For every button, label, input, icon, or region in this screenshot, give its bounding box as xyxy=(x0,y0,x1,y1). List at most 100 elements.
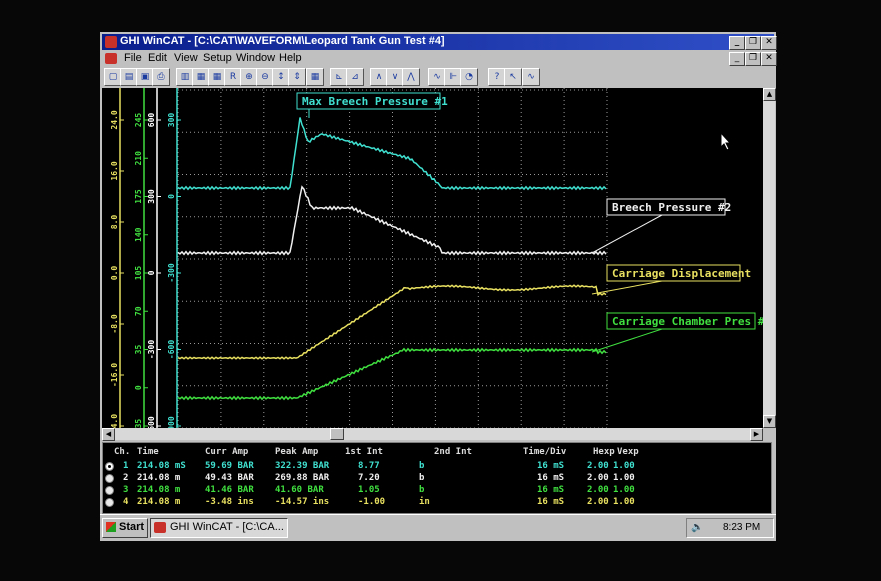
doc-restore-button[interactable]: ❐ xyxy=(745,52,761,66)
cell-time: 214.08 mS xyxy=(137,461,186,471)
cell-int1: 1.05 xyxy=(358,485,380,495)
print-icon[interactable]: ⎙ xyxy=(152,68,170,86)
scale-icon[interactable]: ⇕ xyxy=(288,68,306,86)
cell-int1: 8.77 xyxy=(358,461,380,471)
header-time-div: Time/Div xyxy=(523,447,567,457)
breech2-leader xyxy=(591,214,663,254)
minimize-button[interactable]: _ xyxy=(729,36,745,50)
close-button[interactable]: ✕ xyxy=(761,36,777,50)
cell-vexp: 1.00 xyxy=(613,485,635,495)
header-peak-amp: Peak Amp xyxy=(275,447,319,457)
yellow-axis-tick-label: 8.0 xyxy=(110,215,119,230)
taskbar: Start GHI WinCAT - [C:\CA... 🔈 8:23 PM xyxy=(100,514,776,541)
green-axis-tick-label: 140 xyxy=(134,227,143,242)
windows-logo-icon xyxy=(106,522,116,532)
channel-select-radio[interactable] xyxy=(105,462,114,471)
cell-peak: 322.39 BAR xyxy=(275,461,330,471)
white-axis-tick-label: 300 xyxy=(147,189,156,204)
scroll-left-icon[interactable]: ◀ xyxy=(102,428,115,441)
taskbar-item-wincat[interactable]: GHI WinCAT - [C:\CA... xyxy=(150,518,288,538)
yellow-axis-tick-label: -24.0 xyxy=(110,414,119,428)
cell-hexp: 2.00 xyxy=(587,485,609,495)
green-axis-tick-label: 0 xyxy=(134,385,143,390)
header-ch: Ch. xyxy=(114,447,131,457)
cell-int2: in xyxy=(419,497,430,507)
cell-vexp: 1.00 xyxy=(613,473,635,483)
clock[interactable]: 8:23 PM xyxy=(723,522,760,533)
cursor2-icon[interactable]: ⊿ xyxy=(346,68,364,86)
scroll-up-icon[interactable]: ▲ xyxy=(763,88,776,101)
window-title: GHI WinCAT - [C:\CAT\WAVEFORM\Leopard Ta… xyxy=(120,35,445,47)
channel-number: 1 xyxy=(123,461,129,471)
waveform-canvas: 24.0 16.0 8.0 0.0 -8.0 -16.0 -24.0 245 210 175 140… xyxy=(110,88,771,438)
white-axis-tick-label: -600 xyxy=(147,416,156,428)
menu-view[interactable]: View xyxy=(174,52,198,64)
carriage-disp-label: Carriage Displacement xyxy=(612,267,751,280)
menu-setup[interactable]: Setup xyxy=(203,52,232,64)
cell-curr: -3.48 ins xyxy=(205,497,254,507)
cyan-axis-tick-label: 0 xyxy=(167,194,176,199)
green-axis-tick-label: -35 xyxy=(134,419,143,428)
cell-time: 214.08 m xyxy=(137,497,181,507)
waveform-icon[interactable]: ∿ xyxy=(522,68,540,86)
header-1st-int: 1st Int xyxy=(345,447,383,457)
cyan-axis-tick-label: 300 xyxy=(167,113,176,128)
green-axis-tick-label: 175 xyxy=(134,189,143,204)
vertical-scrollbar[interactable]: ▲ ▼ xyxy=(763,88,776,428)
cell-vexp: 1.00 xyxy=(613,497,635,507)
yellow-axis-tick-label: -8.0 xyxy=(110,314,119,333)
document-icon[interactable] xyxy=(105,53,117,64)
scroll-right-icon[interactable]: ▶ xyxy=(750,428,763,441)
doc-close-button[interactable]: ✕ xyxy=(761,52,777,66)
yellow-axis-tick-label: 24.0 xyxy=(110,110,119,129)
green-axis-tick-label: 70 xyxy=(134,306,143,316)
title-bar[interactable]: GHI WinCAT - [C:\CAT\WAVEFORM\Leopard Ta… xyxy=(102,34,777,50)
header-vexp: Vexp xyxy=(617,447,639,457)
yellow-axis-tick-label: -16.0 xyxy=(110,363,119,387)
header-2nd-int: 2nd Int xyxy=(434,447,472,457)
mountain-icon[interactable]: ⋀ xyxy=(402,68,420,86)
toolbar: ▢ ▤ ▣ ⎙ ▥ ▦ ▦ R ⊕ ⊖ ↕ ⇕ ▦ ⊾ ⊿ ∧ ∨ ⋀ ∿ ⊩ ◔? ↖ ∿ xyxy=(102,68,774,86)
carriage-chamber-leader xyxy=(591,328,663,353)
max-breech-label: Max Breech Pressure #1 xyxy=(302,95,448,108)
cyan-axis-tick-label: -900 xyxy=(167,416,176,428)
menu-file[interactable]: File xyxy=(124,52,142,64)
scroll-thumb[interactable] xyxy=(330,428,344,440)
carriage-disp-leader xyxy=(591,280,663,295)
waveform-plot[interactable]: 24.0 16.0 8.0 0.0 -8.0 -16.0 -24.0 245 210 175 140… xyxy=(102,88,771,438)
fft-icon[interactable]: ◔ xyxy=(460,68,478,86)
taskbar-item-label: GHI WinCAT - [C:\CA... xyxy=(170,521,284,533)
white-axis-tick-label: 0 xyxy=(147,270,156,275)
channel-select-radio[interactable] xyxy=(105,498,114,507)
cell-time: 214.08 m xyxy=(137,485,181,495)
cell-tdiv: 16 mS xyxy=(537,461,565,471)
pointer-help-icon[interactable]: ↖ xyxy=(504,68,522,86)
horizontal-scrollbar[interactable]: ◀ ▶ xyxy=(102,428,763,441)
header-hexp: Hexp xyxy=(593,447,615,457)
menu-window[interactable]: Window xyxy=(236,52,275,64)
channel-table: Ch. Time Curr Amp Peak Amp 1st Int 2nd I… xyxy=(102,442,772,514)
restore-button[interactable]: ❐ xyxy=(745,36,761,50)
cell-hexp: 2.00 xyxy=(587,473,609,483)
white-axis-tick-label: 600 xyxy=(147,113,156,128)
start-button[interactable]: Start xyxy=(102,518,148,538)
channel-select-radio[interactable] xyxy=(105,474,114,483)
speaker-icon[interactable]: 🔈 xyxy=(691,522,703,533)
cell-peak: 41.60 BAR xyxy=(275,485,324,495)
header-curr-amp: Curr Amp xyxy=(205,447,249,457)
start-label: Start xyxy=(119,521,145,533)
carriage-chamber-label: Carriage Chamber Pres #2 xyxy=(612,315,763,328)
app-icon xyxy=(105,36,117,48)
yellow-axis-tick-label: 0.0 xyxy=(110,266,119,281)
menu-help[interactable]: Help xyxy=(279,52,302,64)
menu-bar: File Edit View Setup Window Help _ ❐ ✕ xyxy=(102,51,777,67)
cell-int1: 7.20 xyxy=(358,473,380,483)
scroll-down-icon[interactable]: ▼ xyxy=(763,415,776,428)
system-tray: 🔈 8:23 PM xyxy=(686,518,774,538)
table-icon[interactable]: ▦ xyxy=(306,68,324,86)
cyan-axis-tick-label: -600 xyxy=(167,340,176,359)
cell-peak: 269.88 BAR xyxy=(275,473,330,483)
channel-select-radio[interactable] xyxy=(105,486,114,495)
menu-edit[interactable]: Edit xyxy=(148,52,167,64)
doc-minimize-button[interactable]: _ xyxy=(729,52,745,66)
